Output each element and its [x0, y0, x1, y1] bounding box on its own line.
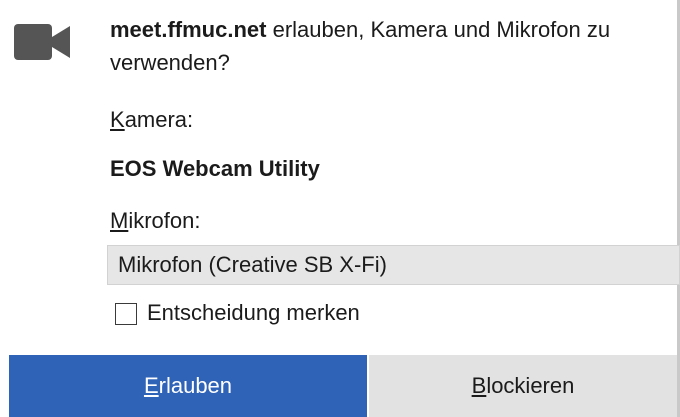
remember-checkbox[interactable] [115, 303, 137, 325]
block-button[interactable]: Blockieren [369, 355, 677, 417]
microphone-selected-value: Mikrofon (Creative SB X-Fi) [118, 252, 387, 277]
microphone-label-text: ikrofon: [128, 208, 201, 233]
permission-dialog: meet.ffmuc.net erlauben, Kamera und Mikr… [0, 0, 680, 417]
site-host: meet.ffmuc.net [110, 17, 267, 42]
camera-device: EOS Webcam Utility [110, 156, 320, 181]
camera-label-accesskey: K [110, 107, 125, 132]
allow-button[interactable]: Erlauben [9, 355, 367, 417]
remember-decision[interactable]: Entscheidung merken [115, 300, 360, 326]
microphone-label: Mikrofon: [110, 207, 200, 235]
microphone-label-accesskey: M [110, 208, 129, 233]
block-label: lockieren [486, 373, 575, 398]
permission-message: meet.ffmuc.net erlauben, Kamera und Mikr… [110, 13, 680, 79]
microphone-select[interactable]: Mikrofon (Creative SB X-Fi) [107, 245, 680, 285]
remember-label: Entscheidung merken [147, 300, 360, 325]
camera-label: Kamera: [110, 106, 193, 134]
video-camera-icon [14, 24, 70, 60]
block-accesskey: B [471, 373, 487, 398]
allow-accesskey: E [143, 373, 159, 398]
camera-label-text: amera: [124, 107, 194, 132]
allow-label: rlauben [158, 373, 233, 398]
